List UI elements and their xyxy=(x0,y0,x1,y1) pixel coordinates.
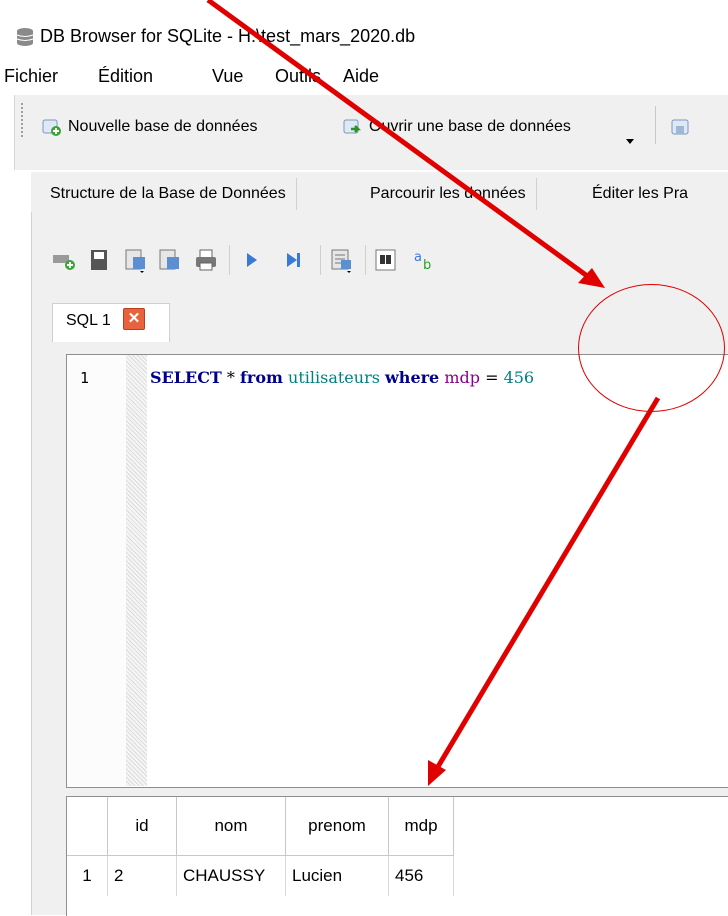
annotation-arrow-top xyxy=(206,0,605,288)
annotation-arrow-bottom xyxy=(428,396,661,786)
annotation-arrows xyxy=(206,0,661,786)
